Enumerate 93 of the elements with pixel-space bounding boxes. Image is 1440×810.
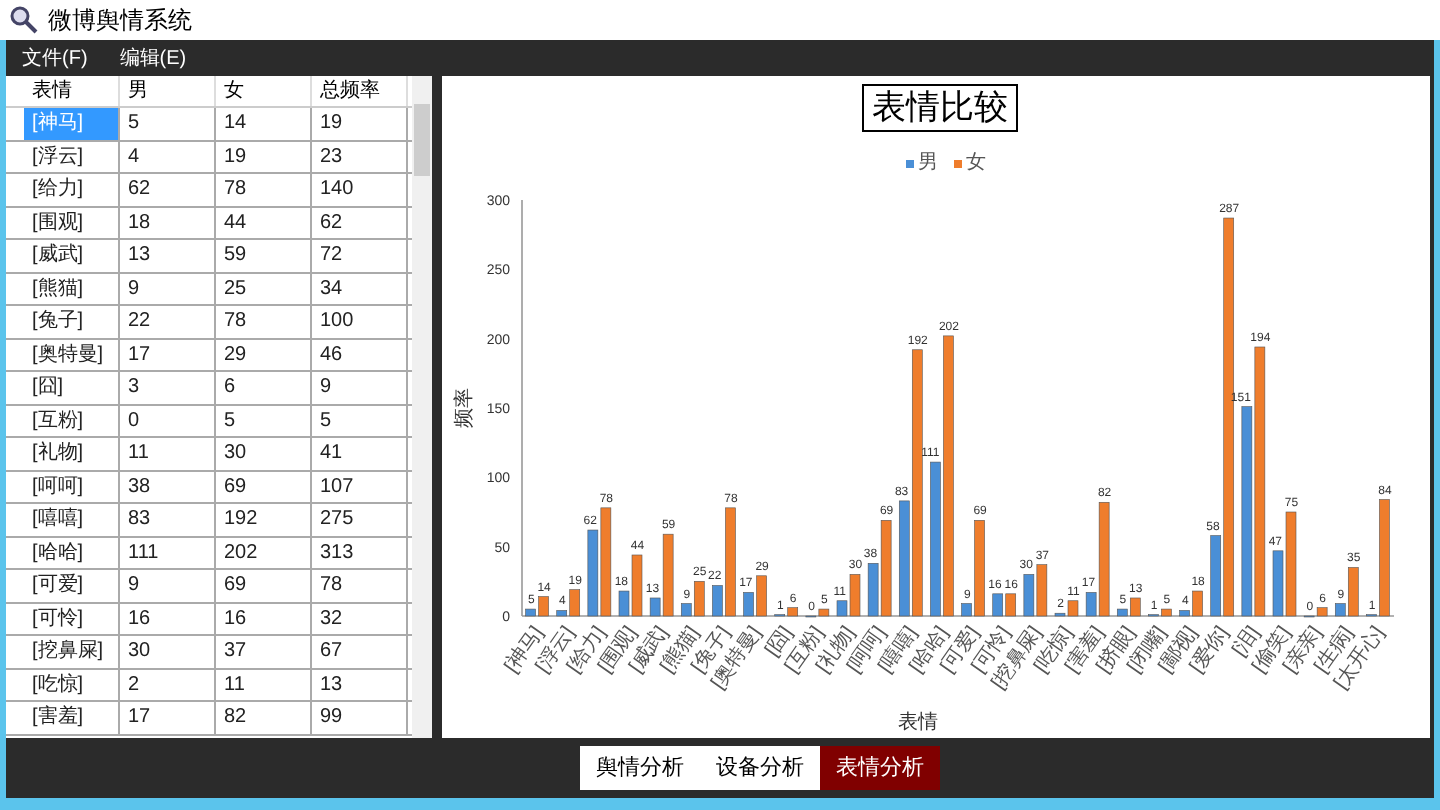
y-axis-title: 频率 <box>454 388 476 428</box>
table-cell: 30 <box>120 636 216 667</box>
table-cell: 17 <box>120 339 216 370</box>
table-cell: 25 <box>216 273 312 304</box>
table-cell: 59 <box>216 240 312 271</box>
table-cell: 9 <box>312 372 408 403</box>
table-cell: 17 <box>120 702 216 733</box>
table-cell: 6 <box>216 372 312 403</box>
table-cell: 4 <box>120 141 216 172</box>
table-cell: [围观] <box>24 207 120 238</box>
legend-label: 女 <box>966 150 986 178</box>
table-cell: [呵呵] <box>24 471 120 502</box>
table-cell: 78 <box>312 570 408 601</box>
table-cell: [威武] <box>24 240 120 271</box>
table-cell: 18 <box>120 207 216 238</box>
table-cell: 140 <box>312 174 408 205</box>
table-cell: 0 <box>120 405 216 436</box>
legend-label: 男 <box>918 150 938 178</box>
legend-swatch <box>906 159 914 167</box>
table-cell: 69 <box>216 471 312 502</box>
table-cell: 192 <box>216 504 312 535</box>
table-cell: 78 <box>216 174 312 205</box>
table-cell: 38 <box>120 471 216 502</box>
table-cell: [害羞] <box>24 702 120 733</box>
table-cell: 19 <box>216 141 312 172</box>
table-cell: 44 <box>216 207 312 238</box>
legend-swatch <box>954 159 962 167</box>
table-cell: [礼物] <box>24 438 120 469</box>
menu-item[interactable]: 编辑(E) <box>119 43 187 73</box>
table-cell: 34 <box>312 273 408 304</box>
scrollbar[interactable] <box>412 76 432 738</box>
table-cell: 29 <box>216 339 312 370</box>
column-header[interactable]: 总频率 <box>312 76 408 106</box>
table-cell: 82 <box>216 702 312 733</box>
table-cell: 9 <box>120 273 216 304</box>
table-cell: 41 <box>312 438 408 469</box>
table-cell: 22 <box>120 306 216 337</box>
table-cell: 9 <box>120 570 216 601</box>
table-cell: [吃惊] <box>24 669 120 700</box>
table-cell: [囧] <box>24 372 120 403</box>
table-cell: 5 <box>216 405 312 436</box>
menu-item[interactable]: 文件(F) <box>22 43 88 73</box>
table-cell: 202 <box>216 537 312 568</box>
table-cell: [兔子] <box>24 306 120 337</box>
column-header[interactable]: 女 <box>216 76 312 106</box>
table-cell: 13 <box>120 240 216 271</box>
table-cell: 16 <box>120 603 216 634</box>
table-cell: 62 <box>312 207 408 238</box>
table-cell: 13 <box>312 669 408 700</box>
table-cell: 111 <box>120 537 216 568</box>
table-cell: [可爱] <box>24 570 120 601</box>
table-cell: 46 <box>312 339 408 370</box>
table-cell: 69 <box>216 570 312 601</box>
table-cell: 313 <box>312 537 408 568</box>
table-cell: 275 <box>312 504 408 535</box>
window-title: 微博舆情系统 <box>48 4 192 38</box>
table-cell: 3 <box>120 372 216 403</box>
table-cell: 16 <box>216 603 312 634</box>
table-cell: 37 <box>216 636 312 667</box>
table-cell: [神马] <box>24 108 120 139</box>
table-cell: [互粉] <box>24 405 120 436</box>
table-cell: 30 <box>216 438 312 469</box>
table-cell: 14 <box>216 108 312 139</box>
table-cell: 78 <box>216 306 312 337</box>
table-cell: 62 <box>120 174 216 205</box>
table-cell: 100 <box>312 306 408 337</box>
table-cell: 99 <box>312 702 408 733</box>
column-header[interactable]: 表情 <box>24 76 120 106</box>
table-cell: 32 <box>312 603 408 634</box>
table-cell: 107 <box>312 471 408 502</box>
table-cell: 67 <box>312 636 408 667</box>
search-icon <box>8 4 40 36</box>
table-cell: 11 <box>216 669 312 700</box>
column-header[interactable]: 男 <box>120 76 216 106</box>
table-cell: 23 <box>312 141 408 172</box>
table-cell: [给力] <box>24 174 120 205</box>
table-cell: [浮云] <box>24 141 120 172</box>
table-cell: 2 <box>120 669 216 700</box>
chart-title: 表情比较 <box>862 84 1018 132</box>
table-cell: 72 <box>312 240 408 271</box>
table-cell: [熊猫] <box>24 273 120 304</box>
table-cell: 5 <box>312 405 408 436</box>
table-cell: 83 <box>120 504 216 535</box>
table-cell: 5 <box>120 108 216 139</box>
x-axis-title: 表情 <box>898 712 938 734</box>
table-cell: 19 <box>312 108 408 139</box>
table-cell: 11 <box>120 438 216 469</box>
table-cell: [奥特曼] <box>24 339 120 370</box>
tab[interactable]: 表情分析 <box>820 746 940 790</box>
table-cell: [哈哈] <box>24 537 120 568</box>
table-cell: [嘻嘻] <box>24 504 120 535</box>
table-cell: [挖鼻屎] <box>24 636 120 667</box>
table-cell: [可怜] <box>24 603 120 634</box>
